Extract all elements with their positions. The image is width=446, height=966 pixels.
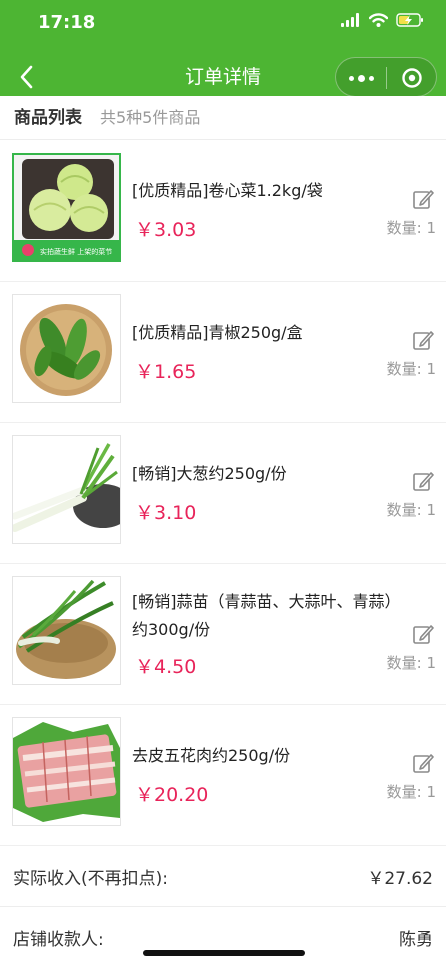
edit-icon[interactable]: [412, 188, 434, 210]
more-icon[interactable]: [336, 58, 386, 98]
product-name: [畅销]大葱约250g/份: [132, 464, 287, 483]
product-quantity: 数量: 1: [386, 501, 436, 519]
top-header: 17:18 订单详情: [0, 0, 446, 104]
battery-charging-icon: [396, 13, 423, 27]
signal-icon: [341, 13, 359, 27]
product-price: ￥4.50: [135, 656, 197, 678]
product-image[interactable]: [12, 576, 121, 685]
product-item[interactable]: [畅销]大葱约250g/份 ￥3.10 数量: 1: [0, 423, 446, 564]
edit-icon[interactable]: [412, 470, 434, 492]
product-price: ￥3.03: [135, 219, 197, 241]
product-list-title: 商品列表: [14, 108, 82, 128]
status-icons: [341, 13, 424, 27]
product-price: ￥20.20: [135, 784, 209, 806]
miniprogram-capsule: [335, 57, 437, 97]
product-price: ￥3.10: [135, 502, 197, 524]
close-miniprogram-icon[interactable]: [387, 58, 437, 98]
product-quantity: 数量: 1: [386, 360, 436, 378]
payee-label: 店铺收款人:: [13, 930, 104, 950]
product-quantity: 数量: 1: [386, 219, 436, 237]
product-quantity: 数量: 1: [386, 783, 436, 801]
product-image[interactable]: [12, 717, 121, 826]
product-list-header: 商品列表 共5种5件商品: [0, 96, 446, 140]
payee-value: 陈勇: [399, 930, 433, 950]
payee-row: 店铺收款人: 陈勇: [0, 907, 446, 966]
product-name: [畅销]蒜苗（青蒜苗、大蒜叶、青蒜）约300g/份: [132, 592, 401, 639]
product-name: [优质精品]青椒250g/盒: [132, 323, 303, 342]
product-name: [优质精品]卷心菜1.2kg/袋: [132, 181, 323, 200]
product-image-banner: 实拍蔬生鲜 上架的菜节: [40, 247, 112, 256]
edit-icon[interactable]: [412, 329, 434, 351]
product-price: ￥1.65: [135, 361, 197, 383]
actual-income-value: ￥27.62: [367, 869, 433, 889]
edit-icon[interactable]: [412, 752, 434, 774]
product-count: 共5种5件商品: [100, 108, 201, 127]
product-image[interactable]: [12, 435, 121, 544]
wifi-icon: [369, 13, 388, 27]
product-item[interactable]: [畅销]蒜苗（青蒜苗、大蒜叶、青蒜）约300g/份 ￥4.50 数量: 1: [0, 564, 446, 705]
product-item[interactable]: [优质精品]青椒250g/盒 ￥1.65 数量: 1: [0, 282, 446, 423]
status-time: 17:18: [38, 12, 96, 33]
product-item[interactable]: 实拍蔬生鲜 上架的菜节 [优质精品]卷心菜1.2kg/袋 ￥3.03 数量: 1: [0, 141, 446, 282]
actual-income-row: 实际收入(不再扣点): ￥27.62: [0, 846, 446, 907]
product-name: 去皮五花肉约250g/份: [132, 746, 291, 765]
edit-icon[interactable]: [412, 623, 434, 645]
actual-income-label: 实际收入(不再扣点):: [13, 869, 168, 889]
home-indicator[interactable]: [143, 950, 305, 956]
product-quantity: 数量: 1: [386, 654, 436, 672]
product-image[interactable]: [12, 294, 121, 403]
product-image[interactable]: 实拍蔬生鲜 上架的菜节: [12, 153, 121, 262]
product-item[interactable]: 去皮五花肉约250g/份 ￥20.20 数量: 1: [0, 705, 446, 846]
